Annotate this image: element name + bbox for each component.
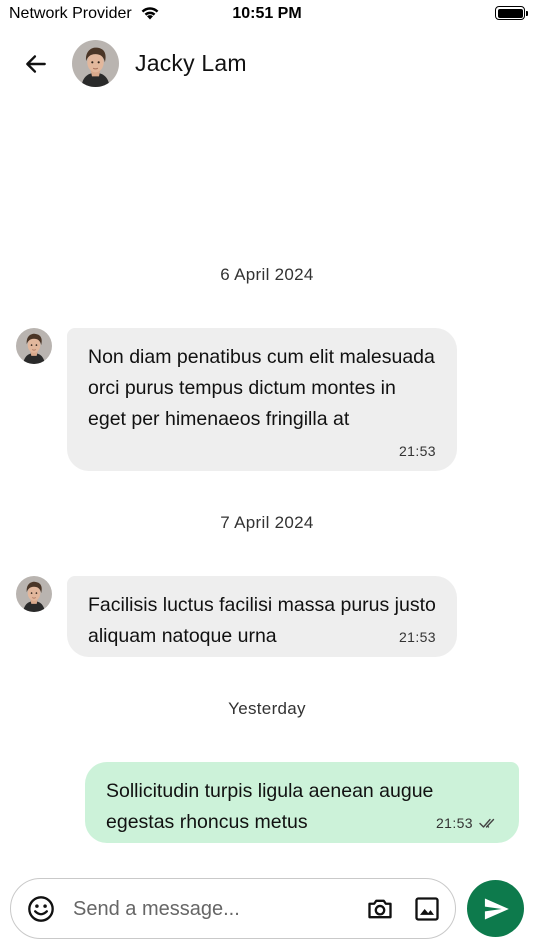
- send-icon: [484, 898, 509, 919]
- message-time: 21:53: [398, 629, 436, 645]
- outgoing-message-bubble[interactable]: Sollicitudin turpis ligula aenean augue …: [85, 762, 519, 843]
- sender-avatar[interactable]: [16, 328, 52, 364]
- battery-level-fill: [497, 8, 523, 18]
- avatar-image: [16, 576, 52, 612]
- avatar-image: [16, 328, 52, 364]
- back-button[interactable]: [20, 48, 52, 80]
- arrow-left-icon: [26, 55, 46, 73]
- date-divider: Yesterday: [228, 699, 306, 718]
- send-button[interactable]: [467, 880, 524, 937]
- contact-avatar[interactable]: [72, 40, 119, 87]
- chat-header: Jacky Lam: [0, 36, 534, 90]
- message-text: Non diam penatibus cum elit malesuada or…: [88, 346, 435, 430]
- message-time: 21:53: [398, 443, 436, 459]
- message-text: Facilisis luctus facilisi massa purus ju…: [88, 594, 436, 647]
- incoming-message-bubble[interactable]: Facilisis luctus facilisi massa purus ju…: [67, 576, 457, 657]
- double-check-icon: [479, 818, 495, 828]
- camera-button[interactable]: [366, 895, 394, 923]
- incoming-message-bubble[interactable]: Non diam penatibus cum elit malesuada or…: [67, 328, 457, 471]
- gallery-button[interactable]: [413, 895, 441, 923]
- camera-icon: [368, 899, 392, 919]
- battery-cap: [526, 11, 528, 16]
- image-icon: [415, 897, 439, 921]
- message-time: 21:53: [435, 815, 473, 831]
- battery-icon: [495, 6, 528, 20]
- avatar-image: [72, 40, 119, 87]
- emoji-button[interactable]: [27, 895, 55, 923]
- smiley-icon: [28, 896, 54, 922]
- date-divider: 6 April 2024: [220, 265, 314, 284]
- contact-name[interactable]: Jacky Lam: [135, 50, 247, 77]
- message-input[interactable]: [73, 893, 353, 925]
- status-time: 10:51 PM: [232, 5, 302, 22]
- date-divider: 7 April 2024: [220, 513, 314, 532]
- sender-avatar[interactable]: [16, 576, 52, 612]
- message-composer: [10, 878, 456, 939]
- status-bar: Network Provider 10:51 PM: [0, 0, 534, 28]
